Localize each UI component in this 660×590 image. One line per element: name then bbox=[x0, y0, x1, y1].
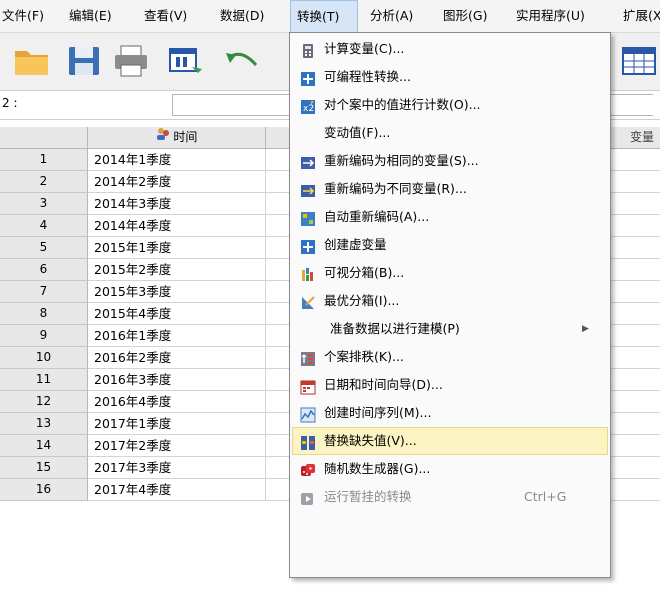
row-number[interactable]: 1 bbox=[0, 149, 88, 171]
table-cell[interactable]: 2016年4季度 bbox=[88, 391, 266, 413]
time-series-icon bbox=[300, 405, 316, 423]
menu-item-optimal-binning[interactable]: 最优分箱(I)... bbox=[292, 287, 608, 315]
menu-graphs[interactable]: 图形(G) bbox=[443, 0, 503, 32]
menu-bar: 文件(F) 编辑(E) 查看(V) 数据(D) 转换(T) 分析(A) 图形(G… bbox=[0, 0, 660, 33]
menu-item-prepare-data-modeling[interactable]: 准备数据以进行建模(P) ▶ bbox=[292, 315, 608, 343]
menu-view[interactable]: 查看(V) bbox=[144, 0, 204, 32]
svg-text:x2: x2 bbox=[303, 104, 314, 114]
row-number[interactable]: 6 bbox=[0, 259, 88, 281]
table-cell[interactable]: 2015年4季度 bbox=[88, 303, 266, 325]
menu-utilities[interactable]: 实用程序(U) bbox=[516, 0, 606, 32]
plus-icon bbox=[300, 237, 316, 254]
row-number[interactable]: 10 bbox=[0, 347, 88, 369]
dice-icon bbox=[300, 461, 316, 477]
menu-item-programmability-transform[interactable]: 可编程性转换... bbox=[292, 63, 608, 91]
variables-icon[interactable] bbox=[620, 43, 658, 79]
row-number[interactable]: 14 bbox=[0, 435, 88, 457]
table-cell[interactable]: 2016年3季度 bbox=[88, 369, 266, 391]
row-number[interactable]: 3 bbox=[0, 193, 88, 215]
visual-binning-icon bbox=[300, 265, 316, 281]
row-number[interactable]: 4 bbox=[0, 215, 88, 237]
undo-icon[interactable] bbox=[222, 43, 262, 79]
menu-edit[interactable]: 编辑(E) bbox=[69, 0, 129, 32]
menu-transform[interactable]: 转换(T) bbox=[290, 0, 358, 32]
recode-same-icon bbox=[300, 153, 316, 169]
corner-header bbox=[0, 127, 88, 149]
table-cell[interactable]: 2016年2季度 bbox=[88, 347, 266, 369]
calculator-icon bbox=[300, 41, 316, 58]
row-number[interactable]: 2 bbox=[0, 171, 88, 193]
table-cell[interactable]: 2016年1季度 bbox=[88, 325, 266, 347]
recode-different-icon bbox=[300, 181, 316, 197]
table-cell[interactable]: 2015年2季度 bbox=[88, 259, 266, 281]
row-number[interactable]: 15 bbox=[0, 457, 88, 479]
menu-item-date-time-wizard[interactable]: 日期和时间向导(D)... bbox=[292, 371, 608, 399]
menu-item-auto-recode[interactable]: 自动重新编码(A)... bbox=[292, 203, 608, 231]
transform-menu: 计算变量(C)... 可编程性转换... x2 对个案中的值进行计数(O)...… bbox=[289, 32, 611, 578]
row-number[interactable]: 13 bbox=[0, 413, 88, 435]
table-cell[interactable]: 2017年1季度 bbox=[88, 413, 266, 435]
rank-cases-icon bbox=[300, 349, 316, 366]
row-number[interactable]: 8 bbox=[0, 303, 88, 325]
row-number[interactable]: 12 bbox=[0, 391, 88, 413]
table-cell[interactable]: 2014年2季度 bbox=[88, 171, 266, 193]
table-cell[interactable]: 2017年3季度 bbox=[88, 457, 266, 479]
nominal-variable-icon bbox=[156, 127, 170, 148]
table-cell[interactable]: 2017年2季度 bbox=[88, 435, 266, 457]
menu-item-random-number-generators[interactable]: 随机数生成器(G)... bbox=[292, 455, 608, 483]
table-cell[interactable]: 2015年3季度 bbox=[88, 281, 266, 303]
menu-item-compute-variable[interactable]: 计算变量(C)... bbox=[292, 35, 608, 63]
optimal-binning-icon bbox=[300, 293, 316, 309]
table-cell[interactable]: 2014年3季度 bbox=[88, 193, 266, 215]
count-values-icon: x2 bbox=[300, 97, 316, 114]
row-number[interactable]: 16 bbox=[0, 479, 88, 501]
menu-analyze[interactable]: 分析(A) bbox=[370, 0, 430, 32]
table-cell[interactable]: 2014年4季度 bbox=[88, 215, 266, 237]
row-number[interactable]: 11 bbox=[0, 369, 88, 391]
shortcut-label: Ctrl+G bbox=[524, 489, 567, 504]
menu-item-count-values[interactable]: x2 对个案中的值进行计数(O)... bbox=[292, 91, 608, 119]
menu-file[interactable]: 文件(F) bbox=[2, 0, 58, 32]
menu-item-recode-same[interactable]: 重新编码为相同的变量(S)... bbox=[292, 147, 608, 175]
replace-missing-icon bbox=[300, 433, 316, 450]
menu-item-shift-values[interactable]: 变动值(F)... bbox=[292, 119, 608, 147]
auto-recode-icon bbox=[300, 209, 316, 226]
print-icon[interactable] bbox=[112, 43, 150, 79]
table-cell[interactable]: 2015年1季度 bbox=[88, 237, 266, 259]
row-number[interactable]: 7 bbox=[0, 281, 88, 303]
menu-item-run-pending: 运行暂挂的转换 Ctrl+G bbox=[292, 483, 608, 511]
dialog-recall-icon[interactable] bbox=[166, 43, 204, 79]
plus-icon bbox=[300, 69, 316, 86]
calendar-icon bbox=[300, 377, 316, 395]
column-header-time[interactable]: 时间 bbox=[88, 127, 266, 149]
row-number[interactable]: 9 bbox=[0, 325, 88, 347]
menu-item-create-dummy[interactable]: 创建虚变量 bbox=[292, 231, 608, 259]
save-icon[interactable] bbox=[66, 43, 102, 79]
menu-item-rank-cases[interactable]: 个案排秩(K)... bbox=[292, 343, 608, 371]
menu-item-replace-missing[interactable]: 替换缺失值(V)... bbox=[292, 427, 608, 455]
menu-data[interactable]: 数据(D) bbox=[220, 0, 280, 32]
row-number[interactable]: 5 bbox=[0, 237, 88, 259]
menu-extensions[interactable]: 扩展(X) bbox=[623, 0, 660, 32]
submenu-arrow-icon: ▶ bbox=[582, 324, 589, 334]
table-cell[interactable]: 2017年4季度 bbox=[88, 479, 266, 501]
table-cell[interactable]: 2014年1季度 bbox=[88, 149, 266, 171]
open-folder-icon[interactable] bbox=[12, 43, 52, 79]
run-pending-icon bbox=[300, 489, 316, 505]
menu-item-create-time-series[interactable]: 创建时间序列(M)... bbox=[292, 399, 608, 427]
menu-item-recode-different[interactable]: 重新编码为不同变量(R)... bbox=[292, 175, 608, 203]
menu-item-visual-binning[interactable]: 可视分箱(B)... bbox=[292, 259, 608, 287]
cell-reference: 2 : bbox=[2, 96, 18, 110]
